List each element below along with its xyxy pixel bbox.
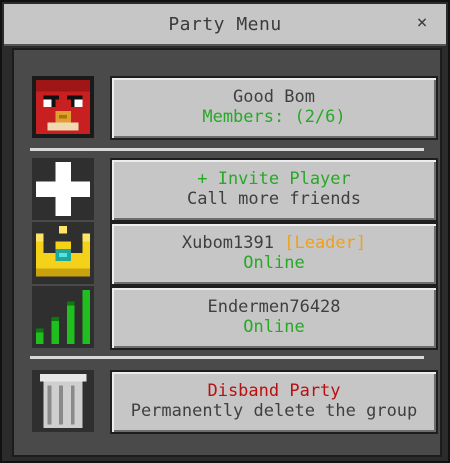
member-row[interactable]: Endermen76428 Online	[110, 286, 438, 350]
trash-icon	[32, 370, 94, 432]
crown-icon	[32, 222, 94, 284]
close-icon[interactable]: ×	[412, 13, 432, 33]
party-name: Good Bom	[233, 87, 315, 107]
invite-subtitle: Call more friends	[187, 189, 361, 209]
leader-badge: [Leader]	[284, 233, 367, 253]
title-bar: Party Menu ×	[4, 4, 446, 46]
window-title: Party Menu	[168, 14, 282, 35]
disband-title: Disband Party	[207, 381, 341, 401]
signal-icon	[32, 286, 94, 348]
disband-party-button[interactable]: Disband Party Permanently delete the gro…	[110, 370, 438, 434]
member-name: Xubom1391	[181, 233, 274, 253]
member-status: Online	[243, 317, 305, 337]
party-info-button[interactable]: Good Bom Members: (2/6)	[110, 76, 438, 140]
invite-player-button[interactable]: + Invite Player Call more friends	[110, 158, 438, 222]
party-avatar-icon	[32, 76, 94, 138]
plus-icon	[32, 158, 94, 220]
party-members-count: Members: (2/6)	[202, 107, 346, 127]
disband-subtitle: Permanently delete the group	[130, 401, 418, 421]
member-name: Endermen76428	[207, 297, 341, 317]
separator	[30, 148, 424, 151]
member-status: Online	[243, 253, 305, 273]
party-panel: Good Bom Members: (2/6) + Invite Player …	[12, 48, 442, 457]
separator	[30, 356, 424, 359]
invite-title: + Invite Player	[197, 169, 351, 189]
party-menu-window: Party Menu × Good Bom Members: (2/6) + I…	[0, 0, 450, 463]
member-row[interactable]: Xubom1391 [Leader] Online	[110, 222, 438, 286]
